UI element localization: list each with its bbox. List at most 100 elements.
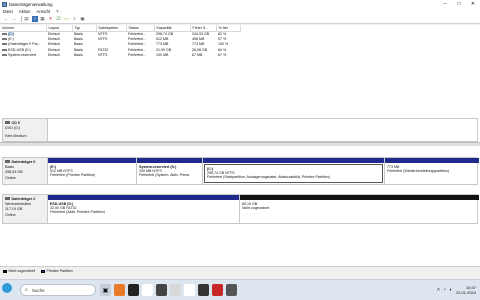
disk-icon (5, 197, 10, 200)
table-cell: Einfach (48, 52, 60, 57)
check-icon[interactable]: ☑ (56, 16, 62, 22)
volume-icon (2, 53, 7, 56)
title-bar: Datenträgerverwaltung – □ ✕ (0, 0, 480, 8)
volume-icon (2, 48, 7, 51)
volume-icon (2, 32, 7, 35)
disk-info: Datenträger 0 Basis 298,09 GB Online (3, 158, 48, 184)
clock[interactable]: 10:47 22.01.2024 (456, 285, 476, 295)
app-icon[interactable] (114, 284, 125, 296)
app-icon[interactable] (198, 284, 209, 296)
disk-state: Kein Medium (5, 134, 27, 139)
chevron-up-icon[interactable]: ˄ (437, 287, 440, 293)
disk-icon (5, 160, 10, 163)
open-icon[interactable]: ▭ (64, 16, 70, 22)
toolbar-separator (21, 16, 22, 22)
disk-state: Online (5, 212, 16, 217)
table-cell: 67 % (218, 52, 227, 57)
disk-state: Online (5, 175, 16, 180)
menu-file[interactable]: Datei (3, 9, 13, 14)
partition-status: Fehlerfrei (Wiederherstellungspartition) (387, 168, 450, 173)
partition-status: Fehlerfrei (Aktiv, Primäre Partition) (50, 210, 105, 215)
disk-layout-pane: Datenträger 0 Basis 298,09 GB Online (E:… (0, 146, 480, 266)
forward-icon[interactable]: → (11, 16, 17, 22)
menu-action[interactable]: Aktion (19, 9, 31, 14)
table-row[interactable]: System-reserviert Einfach Basis NTFS Feh… (0, 52, 240, 57)
app-icon[interactable] (170, 284, 181, 296)
volume-name-cell: System-reserviert (0, 52, 46, 57)
partition-recovery[interactable]: 773 MB Fehlerfrei (Wiederherstellungspar… (385, 158, 479, 184)
toolbar: ← → ▤ ? ▦ ✕ ☑ ▭ ⌕ ▣ (0, 15, 480, 24)
properties-icon[interactable]: ▦ (40, 16, 46, 22)
disk-type: DVD (G:) (5, 125, 21, 130)
partition-esd-usb[interactable]: ESD-USB (D:) 32,00 GB FAT32 Fehlerfrei (… (48, 195, 240, 223)
cd-drive-icon (5, 121, 10, 124)
app-icon[interactable] (212, 284, 223, 296)
volume-name: (Datenträger 0 Par... (8, 42, 41, 47)
view-icon[interactable]: ▣ (80, 16, 86, 22)
volume-name: (E:) (8, 36, 14, 41)
partition-bar (203, 158, 384, 163)
window-controls: – □ ✕ (438, 0, 480, 8)
task-view-icon[interactable]: ▣ (100, 284, 111, 296)
volume-name: (C:) (8, 31, 14, 36)
volume-name: System-reserviert (8, 52, 37, 57)
volume-icon (2, 37, 7, 40)
delete-icon[interactable]: ✕ (48, 16, 54, 22)
partition-status: Fehlerfrei (Primäre Partition) (50, 173, 96, 178)
disk-info: CD 0 DVD (G:) Kein Medium (3, 119, 48, 141)
volume-name: ESD-USB (D:) (8, 47, 31, 52)
legend-item: Nicht zugeordnet (3, 269, 35, 273)
list-icon[interactable]: ▤ (24, 16, 30, 22)
search-icon: ⌕ (25, 287, 28, 293)
table-cell: 100 MB (156, 52, 169, 57)
search-icon[interactable]: ⌕ (72, 16, 78, 22)
volume-table: Volume Layout Typ Dateisystem Status Kap… (0, 25, 241, 57)
menu-view[interactable]: Ansicht (36, 9, 50, 14)
taskbar-apps: ▣ (100, 284, 240, 296)
partition-status: Nicht zugeordnet (242, 205, 270, 210)
search-label: Suche (31, 287, 45, 293)
taskbar: ⌕ Suche ▣ ˄ ◔ ◖ 10:47 22.01.2024 (0, 279, 480, 300)
table-cell: Fehlerfrei... (128, 52, 147, 57)
legend-label: Nicht zugeordnet (8, 269, 35, 273)
taskbar-search[interactable]: ⌕ Suche (20, 284, 96, 296)
partition-system-reserved[interactable]: System-reserviert (S:) 100 MB NTFS Fehle… (137, 158, 203, 184)
back-icon[interactable]: ← (3, 16, 9, 22)
app-icon[interactable] (184, 284, 195, 296)
speaker-icon[interactable]: ◖ (449, 287, 452, 293)
disk-row-datentraeger2[interactable]: Datenträger 2 Wechselmedien 117,19 GB On… (2, 194, 479, 224)
disk-row-cd0[interactable]: CD 0 DVD (G:) Kein Medium (2, 118, 478, 142)
system-tray: ˄ ◔ ◖ 10:47 22.01.2024 (434, 282, 476, 298)
legend: Nicht zugeordnet Primäre Partition (0, 266, 480, 275)
disk-row-datentraeger0[interactable]: Datenträger 0 Basis 298,09 GB Online (E:… (2, 157, 479, 185)
legend-swatch (40, 269, 45, 273)
app-icon[interactable] (156, 284, 167, 296)
table-cell: NTFS (98, 52, 108, 57)
legend-label: Primäre Partition (46, 269, 73, 273)
table-cell: 67 MB (192, 52, 203, 57)
app-icon[interactable] (142, 284, 153, 296)
weather-icon[interactable] (2, 283, 12, 293)
legend-swatch (3, 269, 7, 273)
window-title: Datenträgerverwaltung (9, 1, 53, 7)
partition-c[interactable]: (C:) 298,74 GB NTFS Fehlerfrei (Startpar… (203, 158, 385, 184)
legend-item: Primäre Partition (40, 269, 73, 273)
menu-bar: Datei Aktion Ansicht ? (0, 8, 480, 15)
minimize-button[interactable]: – (438, 0, 452, 8)
partition-unallocated[interactable]: 85,19 GB Nicht zugeordnet (240, 195, 479, 223)
disk-info: Datenträger 2 Wechselmedien 117,19 GB On… (3, 195, 48, 223)
menu-help[interactable]: ? (56, 9, 58, 14)
app-icon[interactable] (128, 284, 139, 296)
table-cell: Basis (74, 52, 83, 57)
date-label: 22.01.2024 (455, 290, 476, 295)
wifi-icon[interactable]: ◔ (443, 287, 446, 293)
disk-name: CD 0 (11, 120, 20, 125)
app-icon[interactable] (226, 284, 237, 296)
maximize-button[interactable]: □ (452, 0, 466, 8)
disk-management-icon (2, 1, 7, 7)
close-button[interactable]: ✕ (466, 0, 480, 8)
partition-status: Fehlerfrei (System, Aktiv, Prima (139, 173, 190, 178)
help-icon[interactable]: ? (31, 16, 38, 22)
volume-icon (2, 43, 7, 46)
partition-e[interactable]: (E:) 512 MB NTFS Fehlerfrei (Primäre Par… (48, 158, 137, 184)
